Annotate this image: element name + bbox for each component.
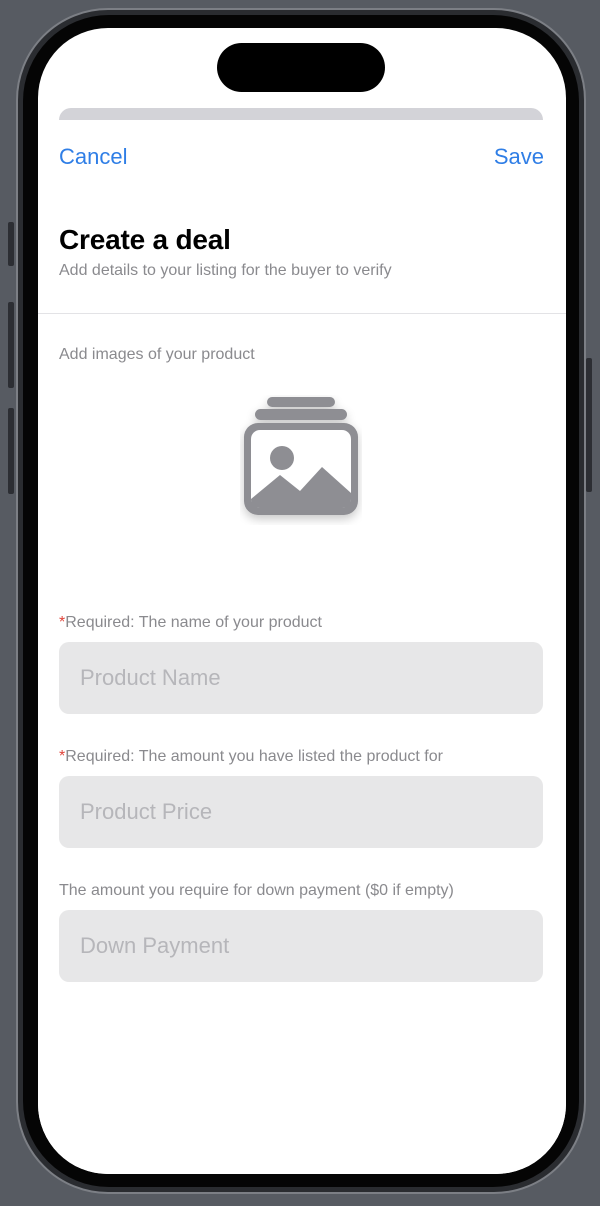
cancel-button[interactable]: Cancel xyxy=(59,144,127,170)
volume-up-button xyxy=(8,302,14,388)
product-price-input[interactable] xyxy=(59,776,543,848)
page-subtitle: Add details to your listing for the buye… xyxy=(59,262,392,279)
power-button xyxy=(586,358,592,492)
product-price-label-text: Required: The amount you have listed the… xyxy=(65,748,443,765)
create-deal-sheet: Cancel Save Create a deal Add details to… xyxy=(38,120,566,1174)
product-name-label: *Required: The name of your product xyxy=(59,614,322,632)
page-title: Create a deal xyxy=(59,224,231,255)
images-section-label: Add images of your product xyxy=(59,346,255,363)
dynamic-island xyxy=(217,43,385,92)
volume-down-button xyxy=(8,408,14,494)
screen: Cancel Save Create a deal Add details to… xyxy=(38,28,566,1174)
product-name-label-text: Required: The name of your product xyxy=(65,614,322,631)
header-divider xyxy=(38,313,566,314)
add-images-button[interactable] xyxy=(240,395,362,525)
save-button[interactable]: Save xyxy=(494,144,544,170)
down-payment-input[interactable] xyxy=(59,910,543,982)
photo-stack-icon xyxy=(244,397,358,515)
product-name-input[interactable] xyxy=(59,642,543,714)
down-payment-label: The amount you require for down payment … xyxy=(59,882,454,899)
mute-switch xyxy=(8,222,14,266)
product-price-label: *Required: The amount you have listed th… xyxy=(59,748,443,766)
